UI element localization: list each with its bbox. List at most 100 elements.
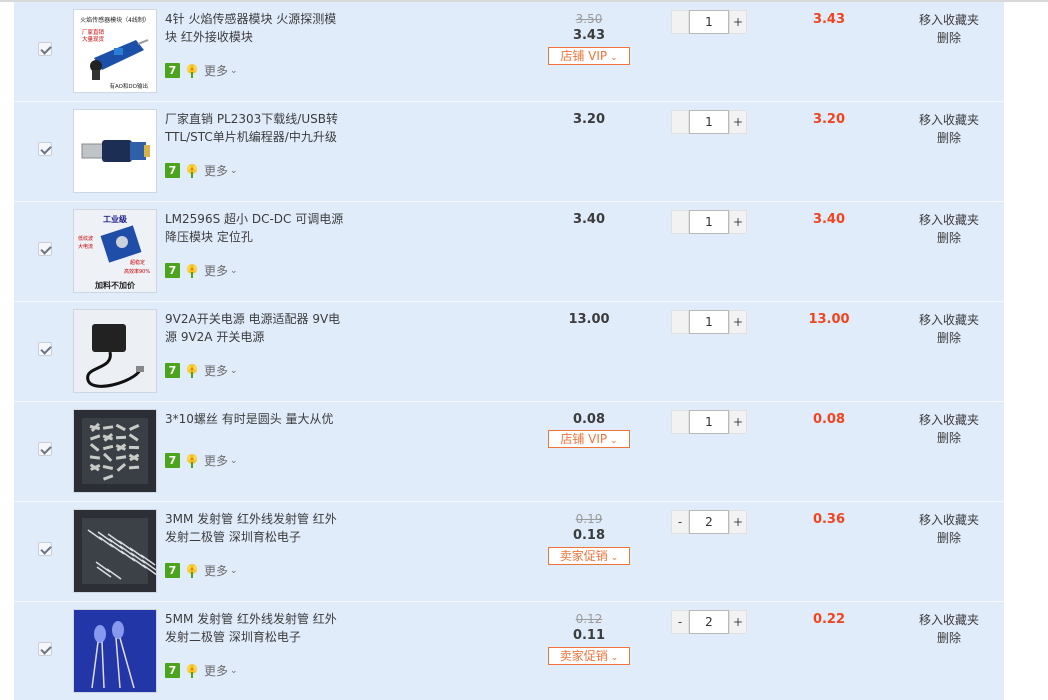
thumb-caption: 工业级 (103, 214, 128, 224)
quantity-decrease-button[interactable]: - (671, 210, 689, 234)
delete-item-link[interactable]: 删除 (914, 229, 984, 247)
item-checkbox[interactable] (38, 442, 52, 456)
chevron-down-icon: ⌄ (230, 565, 238, 576)
delete-item-link[interactable]: 删除 (914, 129, 984, 147)
more-services-dropdown[interactable]: 更多 ⌄ (204, 452, 238, 469)
quantity-decrease-button[interactable]: - (671, 10, 689, 34)
quantity-stepper: - 2 + (671, 610, 747, 634)
promotion-dropdown[interactable]: 店铺 VIP ⌄ (548, 430, 630, 448)
chevron-down-icon: ⌄ (230, 265, 238, 276)
item-subtotal: 3.40 (812, 212, 846, 227)
chevron-down-icon: ⌄ (230, 65, 238, 76)
item-subtotal: 3.20 (812, 112, 846, 127)
product-thumbnail[interactable]: 火焰传感器模块（4线制） 厂家直销 大量现货 有AO和DO输出 (73, 9, 157, 93)
delete-item-link[interactable]: 删除 (914, 629, 984, 647)
cart-item-row: 3MM 发射管 红外线发射管 红外发射二极管 深圳育松电子 7 更多 ⌄ 0.19… (14, 502, 1004, 602)
quantity-increase-button[interactable]: + (729, 410, 747, 434)
unit-price-column: 0.12 0.11 卖家促销 ⌄ (534, 602, 644, 700)
item-operations: 移入收藏夹 删除 (914, 611, 984, 647)
item-operations: 移入收藏夹 删除 (914, 111, 984, 147)
move-to-favorites-link[interactable]: 移入收藏夹 (914, 311, 984, 329)
quantity-decrease-button[interactable]: - (671, 410, 689, 434)
product-title-link[interactable]: 3*10螺丝 有时是圆头 量大从优 (165, 410, 345, 428)
quantity-input[interactable]: 1 (689, 410, 729, 434)
item-operations: 移入收藏夹 删除 (914, 511, 984, 547)
quantity-input[interactable]: 2 (689, 510, 729, 534)
product-thumbnail[interactable] (73, 109, 157, 193)
product-title-link[interactable]: 5MM 发射管 红外线发射管 红外发射二极管 深圳育松电子 (165, 610, 345, 646)
more-services-dropdown[interactable]: 更多 ⌄ (204, 62, 238, 79)
quantity-decrease-button[interactable]: - (671, 610, 689, 634)
seven-day-return-badge-icon: 7 (165, 453, 180, 468)
move-to-favorites-link[interactable]: 移入收藏夹 (914, 111, 984, 129)
item-subtotal: 13.00 (808, 312, 850, 327)
product-title-link[interactable]: 4针 火焰传感器模块 火源探测模块 红外接收模块 (165, 10, 345, 46)
cart-item-row: 9V2A开关电源 电源适配器 9V电源 9V2A 开关电源 7 更多 ⌄ 13.0… (14, 302, 1004, 402)
original-price: 0.19 (575, 512, 603, 526)
thumb-caption: 高效率90% (124, 268, 150, 275)
move-to-favorites-link[interactable]: 移入收藏夹 (914, 611, 984, 629)
quantity-stepper: - 1 + (671, 110, 747, 134)
move-to-favorites-link[interactable]: 移入收藏夹 (914, 511, 984, 529)
product-thumbnail[interactable] (73, 509, 157, 593)
quantity-input[interactable]: 1 (689, 10, 729, 34)
move-to-favorites-link[interactable]: 移入收藏夹 (914, 411, 984, 429)
quantity-stepper: - 2 + (671, 510, 747, 534)
seven-day-return-badge-icon: 7 (165, 63, 180, 78)
delete-item-link[interactable]: 删除 (914, 429, 984, 447)
flower-badge-icon (184, 453, 200, 469)
item-checkbox[interactable] (38, 142, 52, 156)
item-checkbox[interactable] (38, 242, 52, 256)
more-services-dropdown[interactable]: 更多 ⌄ (204, 162, 238, 179)
quantity-decrease-button[interactable]: - (671, 310, 689, 334)
product-title-link[interactable]: 厂家直销 PL2303下载线/USB转TTL/STC单片机编程器/中九升级 (165, 110, 345, 146)
item-operations: 移入收藏夹 删除 (914, 311, 984, 347)
product-thumbnail[interactable] (73, 309, 157, 393)
delete-item-link[interactable]: 删除 (914, 29, 984, 47)
quantity-increase-button[interactable]: + (729, 110, 747, 134)
more-services-dropdown[interactable]: 更多 ⌄ (204, 362, 238, 379)
quantity-input[interactable]: 1 (689, 310, 729, 334)
more-services-dropdown[interactable]: 更多 ⌄ (204, 262, 238, 279)
move-to-favorites-link[interactable]: 移入收藏夹 (914, 211, 984, 229)
quantity-decrease-button[interactable]: - (671, 110, 689, 134)
quantity-increase-button[interactable]: + (729, 310, 747, 334)
item-checkbox[interactable] (38, 642, 52, 656)
move-to-favorites-link[interactable]: 移入收藏夹 (914, 11, 984, 29)
seven-day-return-badge-icon: 7 (165, 163, 180, 178)
item-subtotal: 0.36 (812, 512, 846, 527)
promotion-dropdown[interactable]: 店铺 VIP ⌄ (548, 47, 630, 65)
quantity-input[interactable]: 1 (689, 210, 729, 234)
product-thumbnail[interactable] (73, 409, 157, 493)
more-services-dropdown[interactable]: 更多 ⌄ (204, 662, 238, 679)
quantity-increase-button[interactable]: + (729, 610, 747, 634)
product-thumbnail[interactable] (73, 609, 157, 693)
service-badges: 7 更多 ⌄ (165, 452, 238, 469)
unit-price: 0.08 (572, 412, 606, 427)
thumb-caption: 低纹波 (78, 235, 93, 242)
item-checkbox[interactable] (38, 42, 52, 56)
quantity-input[interactable]: 2 (689, 610, 729, 634)
quantity-increase-button[interactable]: + (729, 510, 747, 534)
delete-item-link[interactable]: 删除 (914, 329, 984, 347)
seven-day-return-badge-icon: 7 (165, 363, 180, 378)
product-title-link[interactable]: 3MM 发射管 红外线发射管 红外发射二极管 深圳育松电子 (165, 510, 345, 546)
quantity-increase-button[interactable]: + (729, 10, 747, 34)
chevron-down-icon: ⌄ (230, 455, 238, 466)
delete-item-link[interactable]: 删除 (914, 529, 984, 547)
quantity-input[interactable]: 1 (689, 110, 729, 134)
promotion-dropdown[interactable]: 卖家促销 ⌄ (548, 647, 630, 665)
flower-badge-icon (184, 163, 200, 179)
more-services-dropdown[interactable]: 更多 ⌄ (204, 562, 238, 579)
cart-item-list: 火焰传感器模块（4线制） 厂家直销 大量现货 有AO和DO输出 4针 火焰传感器模块 … (14, 2, 1004, 700)
product-title-link[interactable]: 9V2A开关电源 电源适配器 9V电源 9V2A 开关电源 (165, 310, 345, 346)
quantity-increase-button[interactable]: + (729, 210, 747, 234)
product-title-link[interactable]: LM2596S 超小 DC-DC 可调电源降压模块 定位孔 (165, 210, 345, 246)
unit-price-column: 3.40 ⌄ (534, 202, 644, 302)
flower-badge-icon (184, 263, 200, 279)
item-checkbox[interactable] (38, 342, 52, 356)
quantity-decrease-button[interactable]: - (671, 510, 689, 534)
promotion-dropdown[interactable]: 卖家促销 ⌄ (548, 547, 630, 565)
product-thumbnail[interactable]: 工业级 低纹波 大电流 超稳定 高效率90% 加料不加价 (73, 209, 157, 293)
item-checkbox[interactable] (38, 542, 52, 556)
